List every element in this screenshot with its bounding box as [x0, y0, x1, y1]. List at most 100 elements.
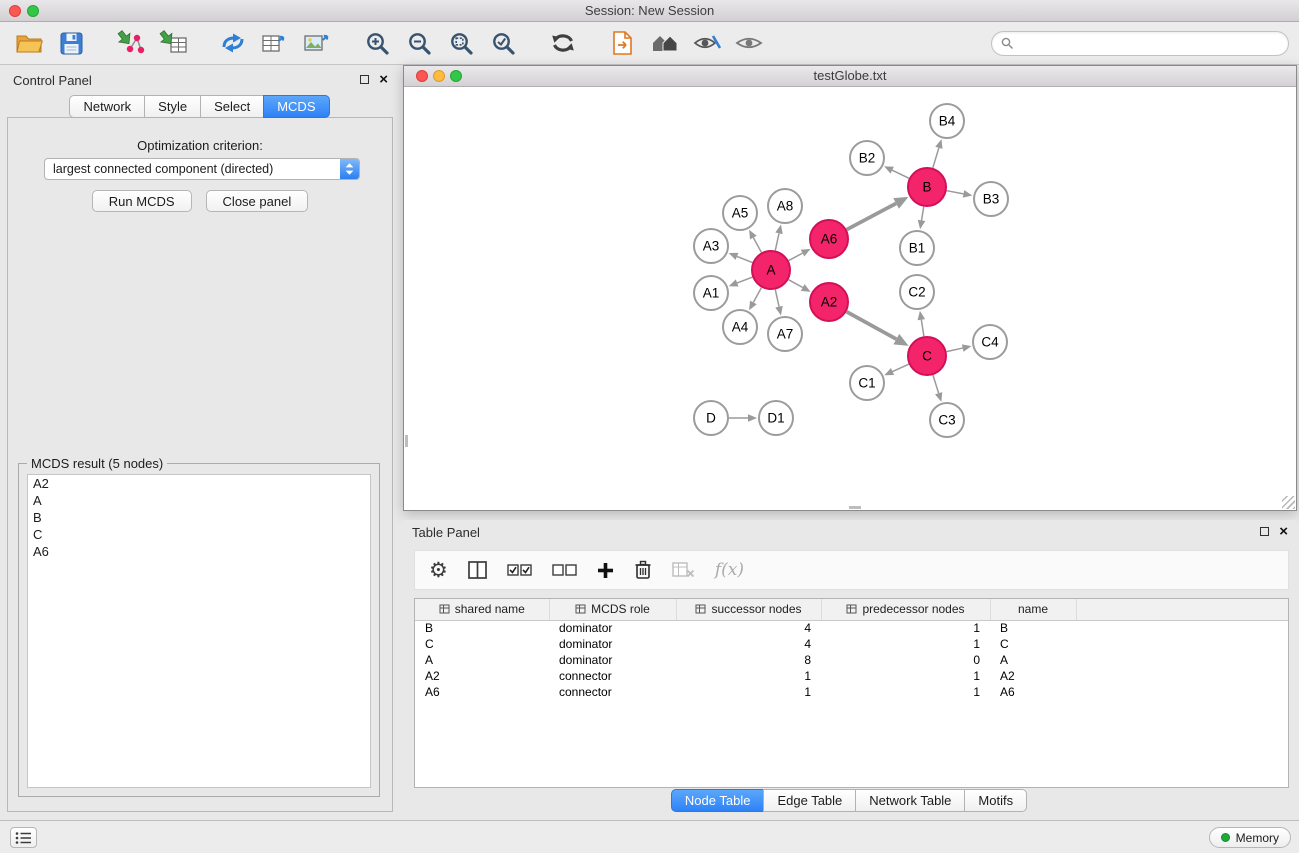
memory-button[interactable]: Memory	[1209, 827, 1291, 848]
table-row[interactable]: A2connector11A2	[415, 668, 1288, 684]
network-node-A7[interactable]: A7	[768, 317, 802, 351]
table-settings-button[interactable]: ⚙	[429, 560, 448, 580]
network-node-A6[interactable]: A6	[810, 220, 848, 258]
export-network-button[interactable]	[212, 24, 254, 62]
import-table-button[interactable]	[152, 24, 194, 62]
network-node-C1[interactable]: C1	[850, 366, 884, 400]
network-node-A8[interactable]: A8	[768, 189, 802, 223]
zoom-out-button[interactable]	[398, 24, 440, 62]
network-edge-A-A2[interactable]	[789, 280, 811, 292]
mcds-result-list[interactable]: A2ABCA6	[27, 474, 371, 788]
table-cell[interactable]: A	[415, 652, 549, 668]
network-edge-A-A1[interactable]	[729, 277, 753, 286]
network-node-B[interactable]: B	[908, 168, 946, 206]
table-cell[interactable]: connector	[549, 684, 676, 700]
run-mcds-button[interactable]: Run MCDS	[92, 190, 192, 212]
eye-pencil-button[interactable]	[686, 24, 728, 62]
table-cell[interactable]: A	[990, 652, 1076, 668]
network-node-A2[interactable]: A2	[810, 283, 848, 321]
network-node-A1[interactable]: A1	[694, 276, 728, 310]
float-table-panel-icon[interactable]	[1260, 527, 1269, 536]
table-cell[interactable]: A2	[990, 668, 1076, 684]
network-node-C[interactable]: C	[908, 337, 946, 375]
close-table-panel-icon[interactable]: ×	[1279, 526, 1288, 537]
mcds-result-item[interactable]: A6	[28, 543, 370, 560]
search-box[interactable]	[991, 31, 1289, 56]
network-edge-B-B4[interactable]	[933, 139, 943, 168]
table-cell[interactable]: 1	[821, 636, 990, 652]
column-header-name[interactable]: name	[990, 599, 1076, 620]
float-panel-icon[interactable]	[360, 75, 369, 84]
network-canvas[interactable]: B4B2BB3A8A5A6A3B1AC2A1A2A4A7C4CC1C3DD1	[404, 87, 1296, 510]
network-node-A3[interactable]: A3	[694, 229, 728, 263]
close-panel-button[interactable]: Close panel	[206, 190, 309, 212]
export-image-button[interactable]	[296, 24, 338, 62]
network-node-C3[interactable]: C3	[930, 403, 964, 437]
column-header-predecessor-nodes[interactable]: predecessor nodes	[821, 599, 990, 620]
table-cell[interactable]: B	[990, 620, 1076, 636]
network-node-D[interactable]: D	[694, 401, 728, 435]
network-edge-A-A5[interactable]	[749, 230, 761, 253]
table-row[interactable]: Adominator80A	[415, 652, 1288, 668]
tab-network-table[interactable]: Network Table	[855, 789, 965, 812]
network-edge-A-A7[interactable]	[775, 290, 782, 316]
network-edge-C-C2[interactable]	[918, 311, 926, 336]
tab-select[interactable]: Select	[200, 95, 264, 118]
export-table-button[interactable]	[254, 24, 296, 62]
table-row[interactable]: Cdominator41C	[415, 636, 1288, 652]
tab-edge-table[interactable]: Edge Table	[763, 789, 856, 812]
zoom-in-button[interactable]	[356, 24, 398, 62]
table-cell[interactable]: connector	[549, 668, 676, 684]
mcds-result-item[interactable]: A2	[28, 475, 370, 492]
network-node-A[interactable]: A	[752, 251, 790, 289]
network-edge-C-C3[interactable]	[933, 375, 942, 402]
mcds-result-item[interactable]: C	[28, 526, 370, 543]
table-cell[interactable]: 0	[821, 652, 990, 668]
eye-button[interactable]	[728, 24, 770, 62]
table-cell[interactable]: dominator	[549, 652, 676, 668]
network-node-A5[interactable]: A5	[723, 196, 757, 230]
network-node-C4[interactable]: C4	[973, 325, 1007, 359]
table-cell[interactable]: 8	[676, 652, 821, 668]
tab-network[interactable]: Network	[69, 95, 145, 118]
network-node-D1[interactable]: D1	[759, 401, 793, 435]
table-cell[interactable]: B	[415, 620, 549, 636]
network-close-button[interactable]	[416, 70, 428, 82]
table-cell[interactable]: 4	[676, 620, 821, 636]
network-zoom-button[interactable]	[450, 70, 462, 82]
search-input[interactable]	[1019, 36, 1288, 51]
network-edge-B-B1[interactable]	[918, 207, 925, 230]
function-builder-button[interactable]: f(x)	[715, 560, 744, 580]
table-cell[interactable]: 1	[821, 668, 990, 684]
horizontal-scroll-mark[interactable]	[849, 506, 861, 509]
column-header-successor-nodes[interactable]: successor nodes	[676, 599, 821, 620]
table-cell[interactable]: dominator	[549, 620, 676, 636]
apply-layout-button[interactable]	[542, 24, 584, 62]
double-house-button[interactable]	[644, 24, 686, 62]
zoom-fit-button[interactable]	[440, 24, 482, 62]
create-column-button[interactable]	[597, 562, 614, 579]
column-header-mcds-role[interactable]: MCDS role	[549, 599, 676, 620]
network-node-C2[interactable]: C2	[900, 275, 934, 309]
tab-style[interactable]: Style	[144, 95, 201, 118]
table-row[interactable]: A6connector11A6	[415, 684, 1288, 700]
mcds-result-item[interactable]: B	[28, 509, 370, 526]
network-minimize-button[interactable]	[433, 70, 445, 82]
zoom-selected-button[interactable]	[482, 24, 524, 62]
delete-column-button[interactable]	[634, 560, 652, 580]
mcds-result-item[interactable]: A	[28, 492, 370, 509]
optimization-criterion-select[interactable]: largest connected component (directed)	[44, 158, 360, 180]
table-cell[interactable]: C	[415, 636, 549, 652]
document-arrow-button[interactable]	[602, 24, 644, 62]
network-edge-D-D1[interactable]	[729, 414, 757, 422]
close-panel-icon[interactable]: ×	[379, 74, 388, 85]
network-edge-A-A6[interactable]	[789, 249, 811, 261]
network-edge-A6-B[interactable]	[847, 197, 909, 230]
table-cell[interactable]: A6	[415, 684, 549, 700]
table-cell[interactable]: 1	[821, 684, 990, 700]
network-edge-A2-C[interactable]	[847, 312, 909, 346]
zoom-window-button[interactable]	[27, 5, 39, 17]
resize-handle[interactable]	[1282, 496, 1295, 509]
tab-motifs[interactable]: Motifs	[964, 789, 1027, 812]
table-cell[interactable]: 1	[821, 620, 990, 636]
